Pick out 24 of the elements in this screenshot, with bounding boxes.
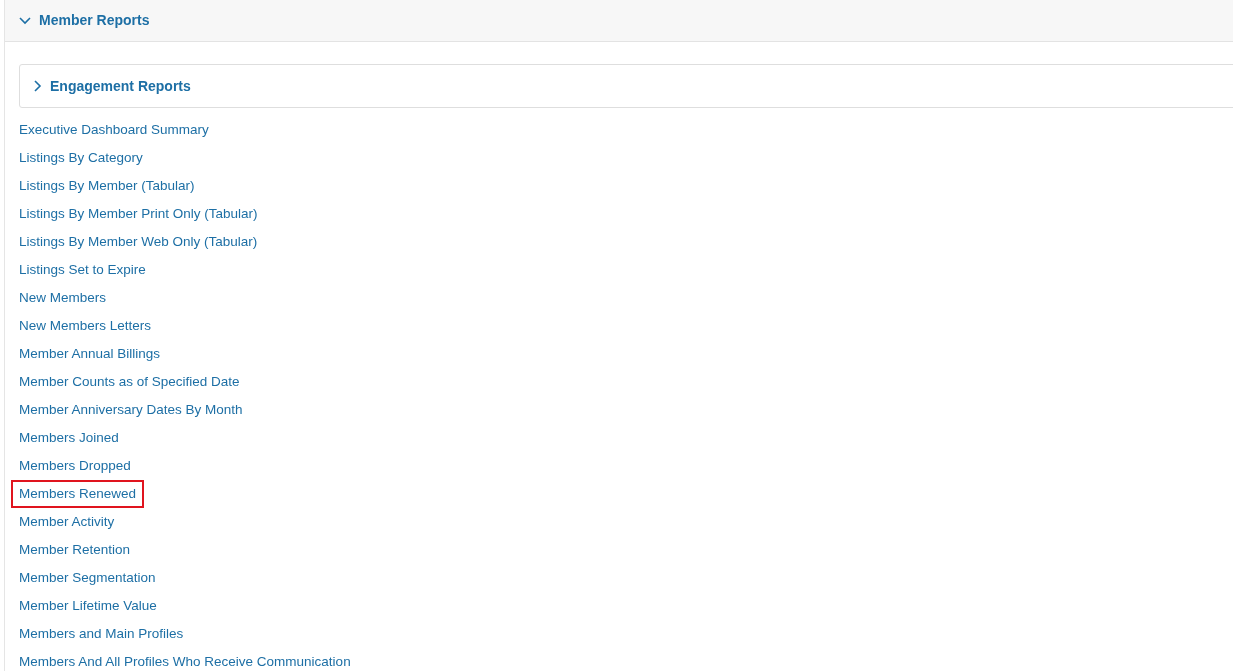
report-link[interactable]: Executive Dashboard Summary <box>19 119 209 141</box>
report-link[interactable]: Member Counts as of Specified Date <box>19 371 240 393</box>
report-link[interactable]: Members And All Profiles Who Receive Communication <box>19 651 351 671</box>
report-link[interactable]: Listings Set to Expire <box>19 259 146 281</box>
report-link[interactable]: New Members <box>19 287 107 309</box>
report-link[interactable]: Listings By Category <box>19 147 143 169</box>
report-link[interactable]: Member Annual Billings <box>19 343 161 365</box>
report-link[interactable]: Listings By Member (Tabular) <box>19 175 195 197</box>
report-link[interactable]: Members Dropped <box>19 455 131 477</box>
report-link[interactable]: Member Segmentation <box>19 567 156 589</box>
report-link[interactable]: Member Lifetime Value <box>19 595 157 617</box>
report-link[interactable]: Members Joined <box>19 427 119 449</box>
subsection-header[interactable]: Engagement Reports <box>19 64 1233 108</box>
chevron-down-icon <box>19 16 31 25</box>
report-link[interactable]: Members Renewed <box>13 481 143 507</box>
report-link[interactable]: Member Anniversary Dates By Month <box>19 399 243 421</box>
report-link[interactable]: Member Activity <box>19 511 115 533</box>
chevron-right-icon <box>34 80 42 92</box>
section-header[interactable]: Member Reports <box>5 0 1233 42</box>
report-link[interactable]: Listings By Member Print Only (Tabular) <box>19 203 258 225</box>
report-link[interactable]: Members and Main Profiles <box>19 623 184 645</box>
report-link[interactable]: Listings By Member Web Only (Tabular) <box>19 231 258 253</box>
report-link[interactable]: New Members Letters <box>19 315 152 337</box>
report-link[interactable]: Member Retention <box>19 539 131 561</box>
